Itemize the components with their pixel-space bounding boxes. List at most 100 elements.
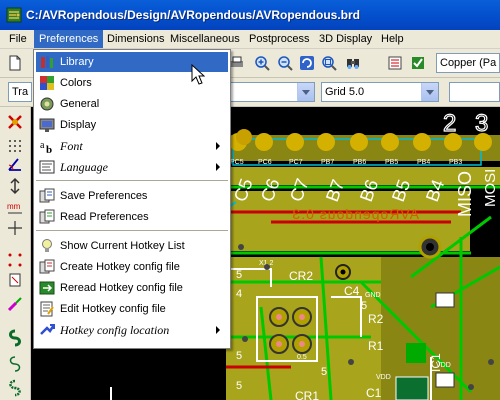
hotkey-list-icon [42, 239, 52, 252]
menu-3d-display[interactable]: 3D Display [314, 30, 377, 48]
via-size-select[interactable] [231, 82, 315, 102]
display-icon [39, 118, 55, 132]
svg-text:mm: mm [7, 202, 21, 211]
small-label: GND [365, 292, 381, 299]
menu-dimensions[interactable]: Dimensions [102, 30, 169, 48]
board-corner-digit: 3 [475, 110, 488, 137]
new-board-icon[interactable] [6, 54, 24, 72]
show-pads-sketch-icon[interactable] [6, 379, 24, 397]
module-ratsnest-icon[interactable] [6, 271, 24, 289]
cursor-shape-icon[interactable] [6, 219, 24, 237]
grid-toggle-icon[interactable] [6, 137, 24, 155]
menu-separator [36, 230, 228, 231]
menu-item-general[interactable]: General [36, 94, 228, 114]
pcbnew-app-icon [6, 7, 22, 23]
create-hotkey-icon [39, 259, 55, 274]
zoom-in-icon[interactable] [253, 54, 271, 72]
grid-select[interactable]: Grid 5.0 [321, 82, 439, 102]
find-icon[interactable] [344, 54, 362, 72]
svg-text:a: a [40, 140, 45, 151]
drc-icon[interactable] [409, 54, 427, 72]
hotkey-location-icon [40, 324, 55, 335]
chevron-down-icon [421, 83, 438, 101]
menu-item-hotkey-config-location[interactable]: Hotkey config location [36, 320, 228, 340]
menu-item-edit-hotkey-config[interactable]: Edit Hotkey config file [36, 299, 228, 319]
pin-label: PC6 [258, 159, 272, 166]
language-icon [39, 160, 55, 174]
component-label: CR1 [295, 389, 319, 400]
auto-delete-track-icon[interactable] [6, 295, 24, 313]
netlist-icon[interactable] [386, 54, 404, 72]
layer-select-value: Copper (Pa [440, 57, 497, 69]
library-icon [41, 56, 53, 68]
track-width-value: Tra [12, 86, 29, 98]
menu-item-font[interactable]: a b Font [36, 136, 228, 156]
pin-label: PC5 [230, 159, 244, 166]
menu-item-show-hotkey-list[interactable]: Show Current Hotkey List [36, 236, 228, 256]
pad-number: 5 [236, 350, 242, 362]
preferences-menu: Library Colors General Display a b Font … [33, 49, 231, 349]
chevron-down-icon [297, 83, 314, 101]
submenu-arrow-icon [216, 163, 220, 171]
menu-item-read-preferences[interactable]: Read Preferences [36, 207, 228, 227]
polar-coords-icon[interactable] [6, 155, 24, 173]
layer-select[interactable]: Copper (Pa [436, 53, 500, 73]
menu-preferences[interactable]: Preferences [34, 30, 104, 48]
general-icon [40, 97, 54, 111]
mouse-cursor-icon [191, 64, 205, 85]
pad-number: 5 [321, 366, 327, 378]
net-label: MOSI [482, 169, 499, 207]
left-toolbar: mm [0, 107, 31, 400]
menu-help[interactable]: Help [376, 30, 409, 48]
menu-separator [36, 180, 228, 181]
small-label: VDD [436, 362, 451, 369]
zoom-auto-icon[interactable] [320, 54, 338, 72]
board-title-text: AVRopendous 0.3 [291, 206, 419, 222]
ratsnest-icon[interactable] [6, 251, 24, 269]
read-preferences-icon [39, 209, 55, 224]
redraw-icon[interactable] [298, 54, 316, 72]
show-zones-icon[interactable] [6, 329, 24, 347]
title-bar: C:/AVRopendous/Design/AVRopendous/AVRope… [0, 0, 500, 30]
pin-label: PB7 [321, 159, 334, 166]
menu-item-reread-hotkey-config[interactable]: Reread Hotkey config file [36, 278, 228, 298]
reread-hotkey-icon [39, 281, 55, 295]
pad-number: 5 [236, 269, 242, 281]
zoom-out-icon[interactable] [276, 54, 294, 72]
menu-item-create-hotkey-config[interactable]: Create Hotkey config file [36, 257, 228, 277]
edit-hotkey-icon [40, 301, 54, 317]
drc-off-icon[interactable] [6, 113, 24, 131]
window-title: C:/AVRopendous/Design/AVRopendous/AVRope… [26, 8, 360, 22]
colors-icon [40, 76, 54, 90]
board-corner-digit: 2 [443, 110, 456, 137]
pin-label: PB6 [353, 159, 366, 166]
track-width-select[interactable]: Tra [8, 82, 32, 102]
submenu-arrow-icon [216, 142, 220, 150]
menu-file[interactable]: File [4, 30, 32, 48]
pad-number: 5 [361, 300, 367, 312]
menu-postprocess[interactable]: Postprocess [244, 30, 315, 48]
component-label: C1 [366, 386, 382, 400]
show-zones-outline-icon[interactable] [6, 355, 24, 373]
menu-bar: File Preferences Dimensions Miscellaneou… [0, 30, 500, 49]
small-label: VDD [376, 374, 391, 381]
units-mm-icon[interactable]: mm [6, 199, 24, 217]
units-inch-icon[interactable] [6, 177, 24, 195]
grid-select-value: Grid 5.0 [325, 86, 365, 98]
submenu-arrow-icon [216, 326, 220, 334]
pad-number: 5 [236, 380, 242, 392]
menu-item-language[interactable]: Language [36, 157, 228, 177]
component-label: CR2 [289, 269, 313, 283]
pin-label: PC7 [289, 159, 303, 166]
pin-label: PB4 [417, 159, 430, 166]
menu-item-save-preferences[interactable]: Save Preferences [36, 186, 228, 206]
save-preferences-icon [39, 188, 55, 203]
component-label: R1 [368, 339, 384, 353]
pad-number: 4 [236, 288, 242, 300]
menu-item-display[interactable]: Display [36, 115, 228, 135]
track-width-label: 0.5 [297, 354, 307, 361]
pin-label: PB3 [449, 159, 462, 166]
menu-miscellaneous[interactable]: Miscellaneous [165, 30, 245, 48]
svg-text:b: b [46, 144, 52, 154]
zoom-select[interactable] [449, 82, 500, 102]
